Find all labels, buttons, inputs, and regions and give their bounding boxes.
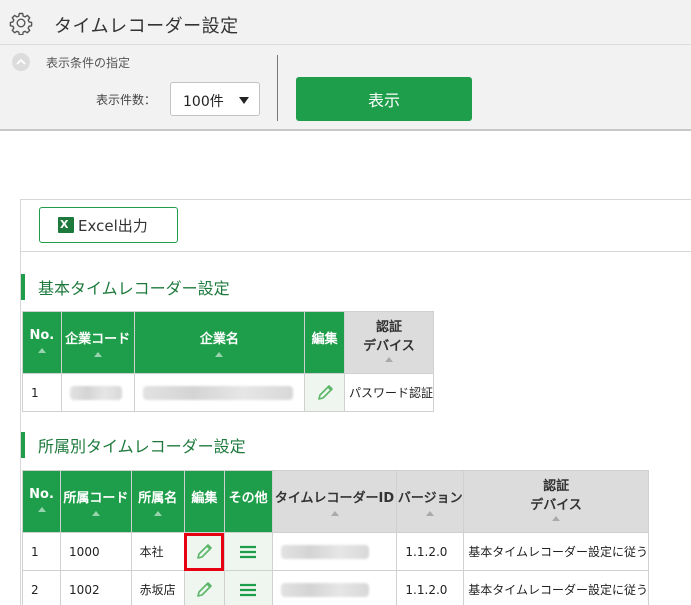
divider [277, 55, 278, 121]
caret-down-icon [239, 97, 249, 104]
table-row: 1 1000 本社 1.1.2.0 基本タイムレコーダー設定に従う [21, 532, 649, 571]
column-header-dept-name[interactable]: 所属名 [130, 470, 185, 533]
column-header-company-code[interactable]: 企業コード [60, 311, 135, 374]
cell-recorder-id [271, 570, 398, 605]
cell-auth-device: 基本タイムレコーダー設定に従う [463, 570, 649, 605]
show-button[interactable]: 表示 [296, 77, 472, 121]
pencil-icon[interactable] [193, 541, 215, 563]
title-bar: タイムレコーダー設定 [0, 0, 691, 45]
cell-auth-device: パスワード認証 [343, 373, 435, 412]
chevron-up-icon [16, 58, 26, 65]
cell-no: 1 [21, 532, 62, 571]
menu-icon[interactable] [238, 544, 258, 560]
cell-no: 1 [22, 373, 62, 412]
panel-toolbar: X Excel出力 [21, 200, 691, 252]
page-title: タイムレコーダー設定 [54, 16, 239, 37]
cell-version: 1.1.2.0 [396, 532, 465, 571]
count-select-value: 100件 [183, 94, 224, 110]
column-header-auth-device[interactable]: 認証 デバイス [463, 470, 649, 533]
column-header-edit: 編集 [304, 311, 345, 374]
basic-settings-table: No. 企業コード 企業名 編集 認証 デバイス 1 パスワード認証 [22, 311, 435, 412]
column-header-company-name[interactable]: 企業名 [133, 311, 306, 374]
count-select[interactable]: 100件 [170, 82, 260, 116]
column-header-no[interactable]: No. [21, 470, 62, 533]
column-header-other: その他 [223, 470, 273, 533]
cell-version: 1.1.2.0 [396, 570, 465, 605]
pencil-icon[interactable] [193, 579, 215, 601]
cell-dept-name: 赤坂店 [130, 570, 185, 605]
collapse-toggle[interactable] [12, 53, 30, 71]
edit-cell[interactable] [183, 570, 225, 605]
excel-icon: X [58, 217, 74, 233]
cell-no: 2 [21, 570, 62, 605]
cell-recorder-id [271, 532, 398, 571]
dept-section-title: 所属別タイムレコーダー設定 [21, 432, 246, 458]
basic-section-title: 基本タイムレコーダー設定 [21, 274, 230, 300]
count-label: 表示件数： [96, 93, 157, 107]
filter-bar: 表示条件の指定 表示件数： 100件 表示 [0, 45, 691, 131]
column-header-auth-device[interactable]: 認証 デバイス [343, 311, 435, 374]
redacted-value [280, 582, 369, 597]
cell-company-name [133, 373, 306, 412]
redacted-value [280, 544, 369, 559]
filter-section-label: 表示条件の指定 [46, 56, 131, 70]
column-header-no[interactable]: No. [22, 311, 62, 374]
column-header-recorder-id[interactable]: タイムレコーダーID [271, 470, 398, 533]
column-header-dept-code[interactable]: 所属コード [60, 470, 132, 533]
cell-dept-code: 1002 [60, 570, 132, 605]
settings-panel: X Excel出力 基本タイムレコーダー設定 No. 企業コード 企業名 編集 … [20, 199, 691, 605]
menu-icon[interactable] [238, 582, 258, 598]
table-row: 2 1002 赤坂店 1.1.2.0 基本タイムレコーダー設定に従う [21, 570, 649, 605]
excel-export-button[interactable]: X Excel出力 [39, 207, 178, 243]
cell-dept-name: 本社 [130, 532, 185, 571]
gear-icon[interactable] [9, 11, 33, 35]
dept-settings-table: No. 所属コード 所属名 編集 その他 タイムレコーダーID バージョン 認証… [21, 470, 649, 605]
column-header-edit: 編集 [183, 470, 225, 533]
other-cell[interactable] [223, 570, 273, 605]
cell-company-code [60, 373, 135, 412]
excel-export-label: Excel出力 [78, 216, 148, 235]
cell-auth-device: 基本タイムレコーダー設定に従う [463, 532, 649, 571]
table-row: 1 パスワード認証 [22, 373, 435, 412]
redacted-value [69, 385, 122, 400]
column-header-version[interactable]: バージョン [396, 470, 465, 533]
pencil-icon[interactable] [314, 382, 336, 404]
edit-cell[interactable] [304, 373, 345, 412]
cell-dept-code: 1000 [60, 532, 132, 571]
edit-cell-highlighted[interactable] [183, 532, 225, 571]
redacted-value [142, 385, 293, 400]
other-cell[interactable] [223, 532, 273, 571]
